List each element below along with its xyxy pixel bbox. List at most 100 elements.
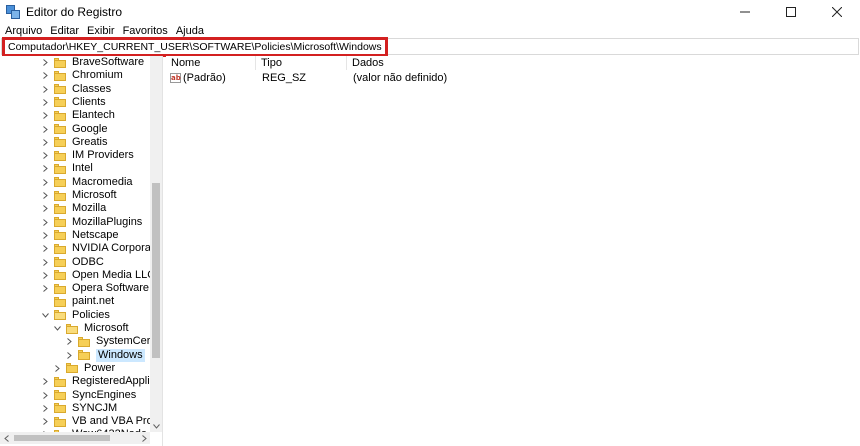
tree-item[interactable]: Power: [52, 362, 115, 375]
chevron-right-icon[interactable]: [40, 216, 50, 229]
tree-item[interactable]: RegisteredApplications: [40, 375, 162, 388]
folder-icon: [54, 190, 66, 201]
column-header-data[interactable]: Dados: [347, 56, 547, 70]
chevron-right-icon[interactable]: [52, 362, 62, 375]
chevron-right-icon[interactable]: [40, 69, 50, 82]
chevron-right-icon[interactable]: [40, 136, 50, 149]
close-button[interactable]: [814, 0, 860, 24]
folder-icon: [54, 270, 66, 281]
tree-item[interactable]: Microsoft: [40, 189, 117, 202]
scroll-left-arrow-icon[interactable]: [0, 432, 12, 444]
chevron-right-icon[interactable]: [40, 162, 50, 175]
tree-item-label: Classes: [72, 82, 112, 95]
chevron-right-icon[interactable]: [40, 229, 50, 242]
tree-item[interactable]: Intel: [40, 162, 93, 175]
tree-item-label: Macromedia: [72, 175, 133, 188]
registry-key-tree[interactable]: BraveSoftware Chromium Classes Clients Elant…: [0, 56, 163, 446]
folder-icon: [54, 124, 66, 134]
menu-editar[interactable]: Editar: [50, 24, 79, 38]
tree-item[interactable]: Policies: [40, 309, 110, 322]
tree-item[interactable]: NVIDIA Corporation: [40, 242, 162, 255]
tree-item[interactable]: VB and VBA Program Settings: [40, 415, 162, 428]
tree-item[interactable]: Mozilla: [40, 202, 106, 215]
tree-item[interactable]: Opera Software: [40, 282, 149, 295]
tree-vertical-scroll-thumb[interactable]: [152, 183, 160, 358]
column-header-type[interactable]: Tipo: [256, 56, 347, 70]
chevron-right-icon[interactable]: [40, 176, 50, 189]
registry-values-list[interactable]: Nome Tipo Dados ab (Padrão) REG_SZ (valo…: [166, 56, 860, 446]
chevron-right-icon[interactable]: [40, 149, 50, 162]
tree-item[interactable]: IM Providers: [40, 149, 134, 162]
chevron-right-icon[interactable]: [40, 83, 50, 96]
address-highlight-box: Computador\HKEY_CURRENT_USER\SOFTWARE\Po…: [2, 37, 388, 57]
chevron-right-icon[interactable]: [40, 389, 50, 402]
maximize-button[interactable]: [768, 0, 814, 24]
tree-item[interactable]: ODBC: [40, 256, 104, 269]
tree-item[interactable]: paint.net: [40, 295, 114, 308]
folder-icon: [54, 137, 66, 148]
folder-icon: [54, 57, 66, 68]
tree-item[interactable]: Microsoft: [52, 322, 129, 335]
chevron-right-icon[interactable]: [40, 256, 50, 269]
address-path[interactable]: Computador\HKEY_CURRENT_USER\SOFTWARE\Po…: [8, 40, 382, 54]
tree-item-label: Open Media LLC: [72, 268, 156, 281]
tree-horizontal-scroll-thumb[interactable]: [14, 435, 110, 441]
window-title: Editor do Registro: [26, 5, 123, 19]
chevron-right-icon[interactable]: [40, 96, 50, 109]
scroll-down-arrow-icon[interactable]: [150, 420, 162, 432]
minimize-button[interactable]: [722, 0, 768, 24]
tree-item[interactable]: SYNCJM: [40, 402, 117, 415]
chevron-right-icon[interactable]: [40, 109, 50, 122]
chevron-right-icon[interactable]: [64, 349, 74, 362]
address-bar[interactable]: Computador\HKEY_CURRENT_USER\SOFTWARE\Po…: [1, 37, 859, 57]
scroll-right-arrow-icon[interactable]: [138, 432, 150, 444]
chevron-right-icon[interactable]: [40, 269, 50, 282]
tree-item[interactable]: Open Media LLC: [40, 269, 155, 282]
chevron-right-icon[interactable]: [40, 375, 50, 388]
tree-vertical-scrollbar[interactable]: [150, 56, 162, 432]
chevron-down-icon[interactable]: [40, 309, 50, 322]
chevron-right-icon[interactable]: [64, 335, 74, 348]
tree-item[interactable]: SystemCertificates: [64, 335, 162, 348]
close-icon: [832, 7, 842, 17]
value-data: (valor não definido): [353, 72, 448, 84]
tree-item-label: Netscape: [72, 228, 119, 241]
tree-horizontal-scrollbar[interactable]: [0, 432, 150, 444]
chevron-right-icon[interactable]: [40, 415, 50, 428]
menu-exibir[interactable]: Exibir: [87, 24, 115, 38]
tree-item[interactable]: Greatis: [40, 136, 107, 149]
chevron-right-icon[interactable]: [40, 402, 50, 415]
folder-icon: [54, 97, 66, 108]
table-row[interactable]: ab (Padrão) REG_SZ (valor não definido): [166, 71, 547, 85]
tree-item[interactable]: Netscape: [40, 229, 118, 242]
tree-item[interactable]: Elantech: [40, 109, 115, 122]
tree-item[interactable]: Macromedia: [40, 176, 133, 189]
folder-open-icon: [54, 310, 66, 321]
tree-item-label: Microsoft: [72, 189, 117, 201]
menu-ajuda[interactable]: Ajuda: [176, 24, 204, 38]
menu-favoritos[interactable]: Favoritos: [123, 24, 168, 38]
tree-item[interactable]: SyncEngines: [40, 389, 136, 402]
tree-item[interactable]: Google: [40, 123, 107, 136]
tree-item[interactable]: Chromium: [40, 69, 123, 82]
folder-icon: [54, 283, 66, 294]
chevron-down-icon[interactable]: [52, 322, 62, 335]
regedit-icon: [6, 5, 20, 19]
tree-item[interactable]: Classes: [40, 83, 111, 96]
menu-arquivo[interactable]: Arquivo: [5, 24, 42, 38]
tree-item[interactable]: Windows: [64, 348, 145, 362]
chevron-right-icon[interactable]: [40, 56, 50, 69]
column-header-name[interactable]: Nome: [166, 56, 256, 70]
value-name: (Padrão): [183, 72, 226, 84]
chevron-right-icon[interactable]: [40, 189, 50, 202]
tree-item-label: Policies: [72, 308, 110, 321]
tree-item[interactable]: Clients: [40, 96, 106, 109]
chevron-right-icon[interactable]: [40, 282, 50, 295]
chevron-right-icon[interactable]: [40, 202, 50, 215]
folder-icon: [54, 203, 66, 214]
tree-item[interactable]: MozillaPlugins: [40, 216, 142, 229]
chevron-right-icon[interactable]: [40, 242, 50, 255]
chevron-right-icon[interactable]: [40, 123, 50, 136]
folder-icon: [54, 416, 66, 427]
tree-item[interactable]: BraveSoftware: [40, 56, 144, 69]
